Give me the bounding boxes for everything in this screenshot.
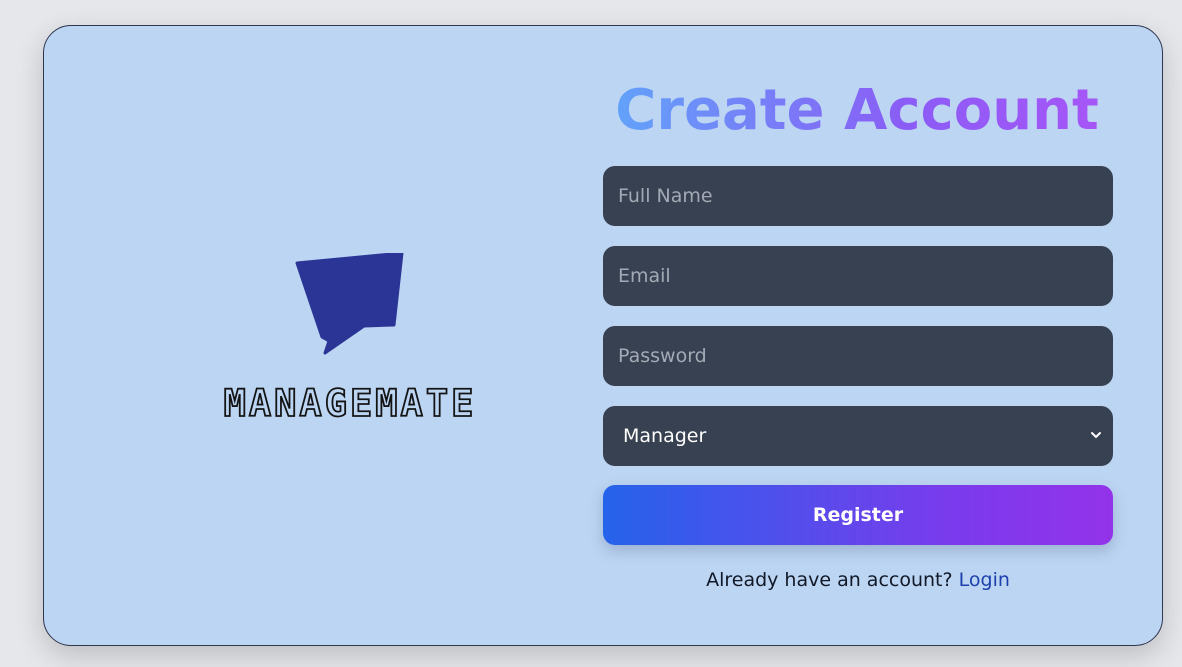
email-input[interactable] xyxy=(603,246,1113,306)
role-select[interactable]: Manager xyxy=(603,406,1113,466)
already-account-text: Already have an account? xyxy=(706,569,953,591)
chevron-down-icon xyxy=(1091,432,1101,439)
register-card: MANAGEMATE Create Account Manager Regist… xyxy=(43,25,1163,646)
brand-name: MANAGEMATE xyxy=(223,382,477,425)
speech-bubble-icon xyxy=(295,253,404,355)
full-name-input[interactable] xyxy=(603,166,1113,226)
page-title: Create Account xyxy=(602,78,1112,144)
register-button[interactable]: Register xyxy=(603,485,1113,545)
login-prompt: Already have an account? Login xyxy=(603,569,1113,591)
role-select-value: Manager xyxy=(623,425,707,447)
login-link[interactable]: Login xyxy=(959,569,1010,591)
brand-logo: MANAGEMATE xyxy=(214,252,486,428)
password-input[interactable] xyxy=(603,326,1113,386)
